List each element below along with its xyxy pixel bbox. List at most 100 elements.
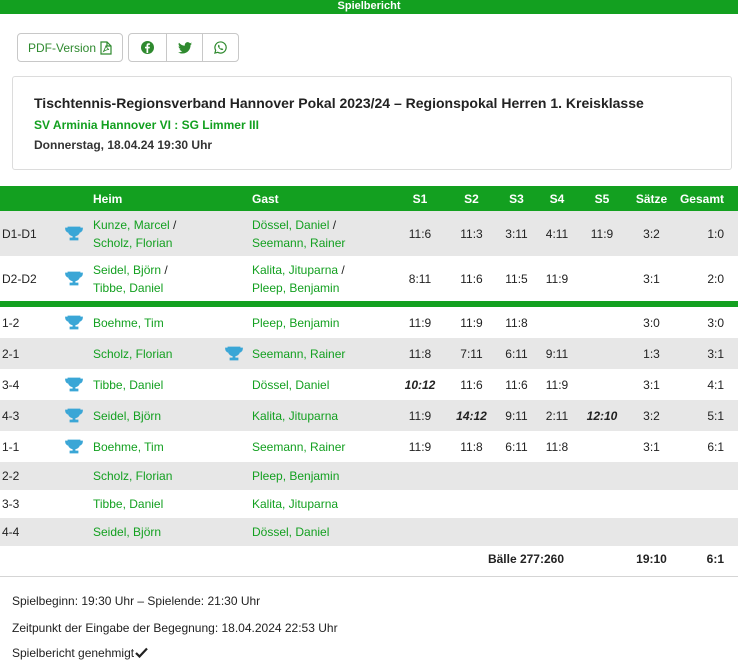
share-facebook-button[interactable]	[129, 34, 166, 61]
player-link[interactable]: Seidel, Björn	[93, 525, 161, 539]
table-row: 4-3 Seidel, Björn Kalita, Jituparna 11:9…	[0, 400, 738, 431]
trophy-icon	[64, 408, 83, 422]
set-score	[576, 431, 628, 462]
player-link[interactable]: Dössel, Daniel	[252, 218, 329, 232]
running-total: 1:0	[675, 211, 738, 256]
trophy-icon	[64, 377, 83, 391]
player-link[interactable]: Tibbe, Daniel	[93, 378, 163, 392]
match-date: Donnerstag, 18.04.24 19:30 Uhr	[34, 138, 213, 152]
header-saetze: Sätze	[628, 186, 675, 211]
player-link[interactable]: Seemann, Rainer	[252, 347, 345, 361]
player-link[interactable]: Scholz, Florian	[93, 347, 172, 361]
trophy-icon	[64, 226, 83, 240]
set-score: 11:8	[545, 439, 569, 454]
row-code: 3-3	[2, 497, 20, 511]
row-code: 2-1	[0, 338, 54, 369]
set-score: 11:9	[576, 211, 628, 256]
set-score: 3:11	[495, 211, 538, 256]
set-score: 11:6	[460, 271, 483, 286]
player-link[interactable]: Pleep, Benjamin	[252, 316, 339, 330]
match-times: Spielbeginn: 19:30 Uhr – Spielende: 21:3…	[12, 594, 261, 608]
match-teams: SV Arminia Hannover VI : SG Limmer III	[34, 118, 259, 132]
set-score: 8:11	[408, 271, 432, 286]
set-score: 11:8	[392, 338, 448, 369]
row-code: 2-2	[0, 462, 54, 490]
set-score: 11:5	[505, 271, 528, 286]
player-link[interactable]: Seemann, Rainer	[252, 236, 345, 250]
row-code: 3-4	[2, 377, 20, 392]
match-info-card: Tischtennis-Regionsverband Hannover Poka…	[12, 76, 732, 170]
trophy-icon	[64, 439, 83, 453]
player-link[interactable]: Kunze, Marcel	[93, 218, 170, 232]
share-whatsapp-button[interactable]	[202, 34, 238, 61]
trophy-icon	[64, 271, 83, 285]
running-total: 3:1	[675, 338, 738, 369]
set-score: 2:11	[538, 400, 576, 431]
approval-status: Spielbericht genehmigt	[12, 646, 148, 660]
row-code: 1-2	[2, 315, 20, 330]
row-code: D1-D1	[0, 211, 54, 256]
table-row: 4-4 Seidel, Björn Dössel, Daniel	[0, 518, 738, 546]
player-link[interactable]: Tibbe, Daniel	[93, 281, 163, 295]
sets-total: 1:3	[628, 338, 675, 369]
set-score-extended: 14:12	[448, 400, 495, 431]
player-link[interactable]: Kalita, Jituparna	[252, 409, 338, 423]
player-link[interactable]: Pleep, Benjamin	[252, 281, 339, 295]
set-score: 6:11	[495, 338, 538, 369]
running-total: 4:1	[707, 377, 724, 392]
whatsapp-icon	[214, 41, 227, 54]
grand-total: 6:1	[706, 552, 724, 566]
sets-total: 3:1	[643, 439, 660, 454]
player-link[interactable]: Seidel, Björn	[93, 409, 161, 423]
page-title: Spielbericht	[0, 0, 738, 14]
results-table: Heim Gast S1 S2 S3 S4 S5 Sätze Gesamt D1…	[0, 186, 738, 572]
table-row: 1-2 Boehme, Tim Pleep, Benjamin 11:9 11:…	[0, 307, 738, 338]
facebook-icon	[141, 41, 154, 54]
table-row: 3-4 Tibbe, Daniel Dössel, Daniel 10:12 1…	[0, 369, 738, 400]
pdf-file-icon	[100, 40, 112, 55]
sets-total: 3:2	[628, 211, 675, 256]
player-link[interactable]: Kalita, Jituparna	[252, 497, 338, 511]
player-link[interactable]: Dössel, Daniel	[252, 378, 329, 392]
set-score	[576, 369, 628, 400]
set-score: 7:11	[448, 338, 495, 369]
table-row: D2-D2 Seidel, Björn / Tibbe, Daniel Kalit…	[0, 256, 738, 301]
set-score: 11:9	[545, 271, 569, 286]
table-row: D1-D1 Kunze, Marcel / Scholz, Florian Dös…	[0, 211, 738, 256]
player-link[interactable]: Pleep, Benjamin	[252, 469, 339, 483]
pdf-version-button[interactable]: PDF-Version	[17, 33, 123, 62]
player-link[interactable]: Seidel, Björn	[93, 263, 161, 277]
sets-grand-total: 19:10	[636, 552, 667, 566]
pdf-label: PDF-Version	[27, 40, 97, 55]
row-code: D2-D2	[2, 271, 37, 286]
player-link[interactable]: Boehme, Tim	[93, 440, 164, 454]
set-score	[576, 338, 628, 369]
player-link[interactable]: Dössel, Daniel	[252, 525, 329, 539]
player-link[interactable]: Kalita, Jituparna	[252, 263, 338, 277]
totals-row: Bälle 277:260 19:10 6:1	[0, 546, 738, 572]
player-link[interactable]: Boehme, Tim	[93, 316, 164, 330]
set-score: 4:11	[538, 211, 576, 256]
header-heim: Heim	[93, 186, 216, 211]
running-total: 3:0	[707, 315, 724, 330]
table-row: 2-2 Scholz, Florian Pleep, Benjamin	[0, 462, 738, 490]
player-link[interactable]: Tibbe, Daniel	[93, 497, 163, 511]
share-twitter-button[interactable]	[166, 34, 202, 61]
set-score	[576, 256, 628, 301]
set-score: 11:6	[460, 377, 483, 392]
running-total: 2:0	[707, 271, 724, 286]
set-score: 11:9	[460, 315, 483, 330]
share-button-group	[128, 33, 239, 62]
header-s5: S5	[576, 186, 628, 211]
set-score: 11:8	[505, 315, 528, 330]
set-score: 11:9	[408, 315, 432, 330]
player-link[interactable]: Scholz, Florian	[93, 469, 172, 483]
player-link[interactable]: Seemann, Rainer	[252, 440, 345, 454]
row-code: 4-4	[0, 518, 54, 546]
row-code: 4-3	[0, 400, 54, 431]
set-score: 6:11	[505, 439, 528, 454]
sets-total: 3:0	[643, 315, 660, 330]
player-link[interactable]: Scholz, Florian	[93, 236, 172, 250]
header-gast: Gast	[252, 186, 392, 211]
row-code: 1-1	[2, 439, 20, 454]
